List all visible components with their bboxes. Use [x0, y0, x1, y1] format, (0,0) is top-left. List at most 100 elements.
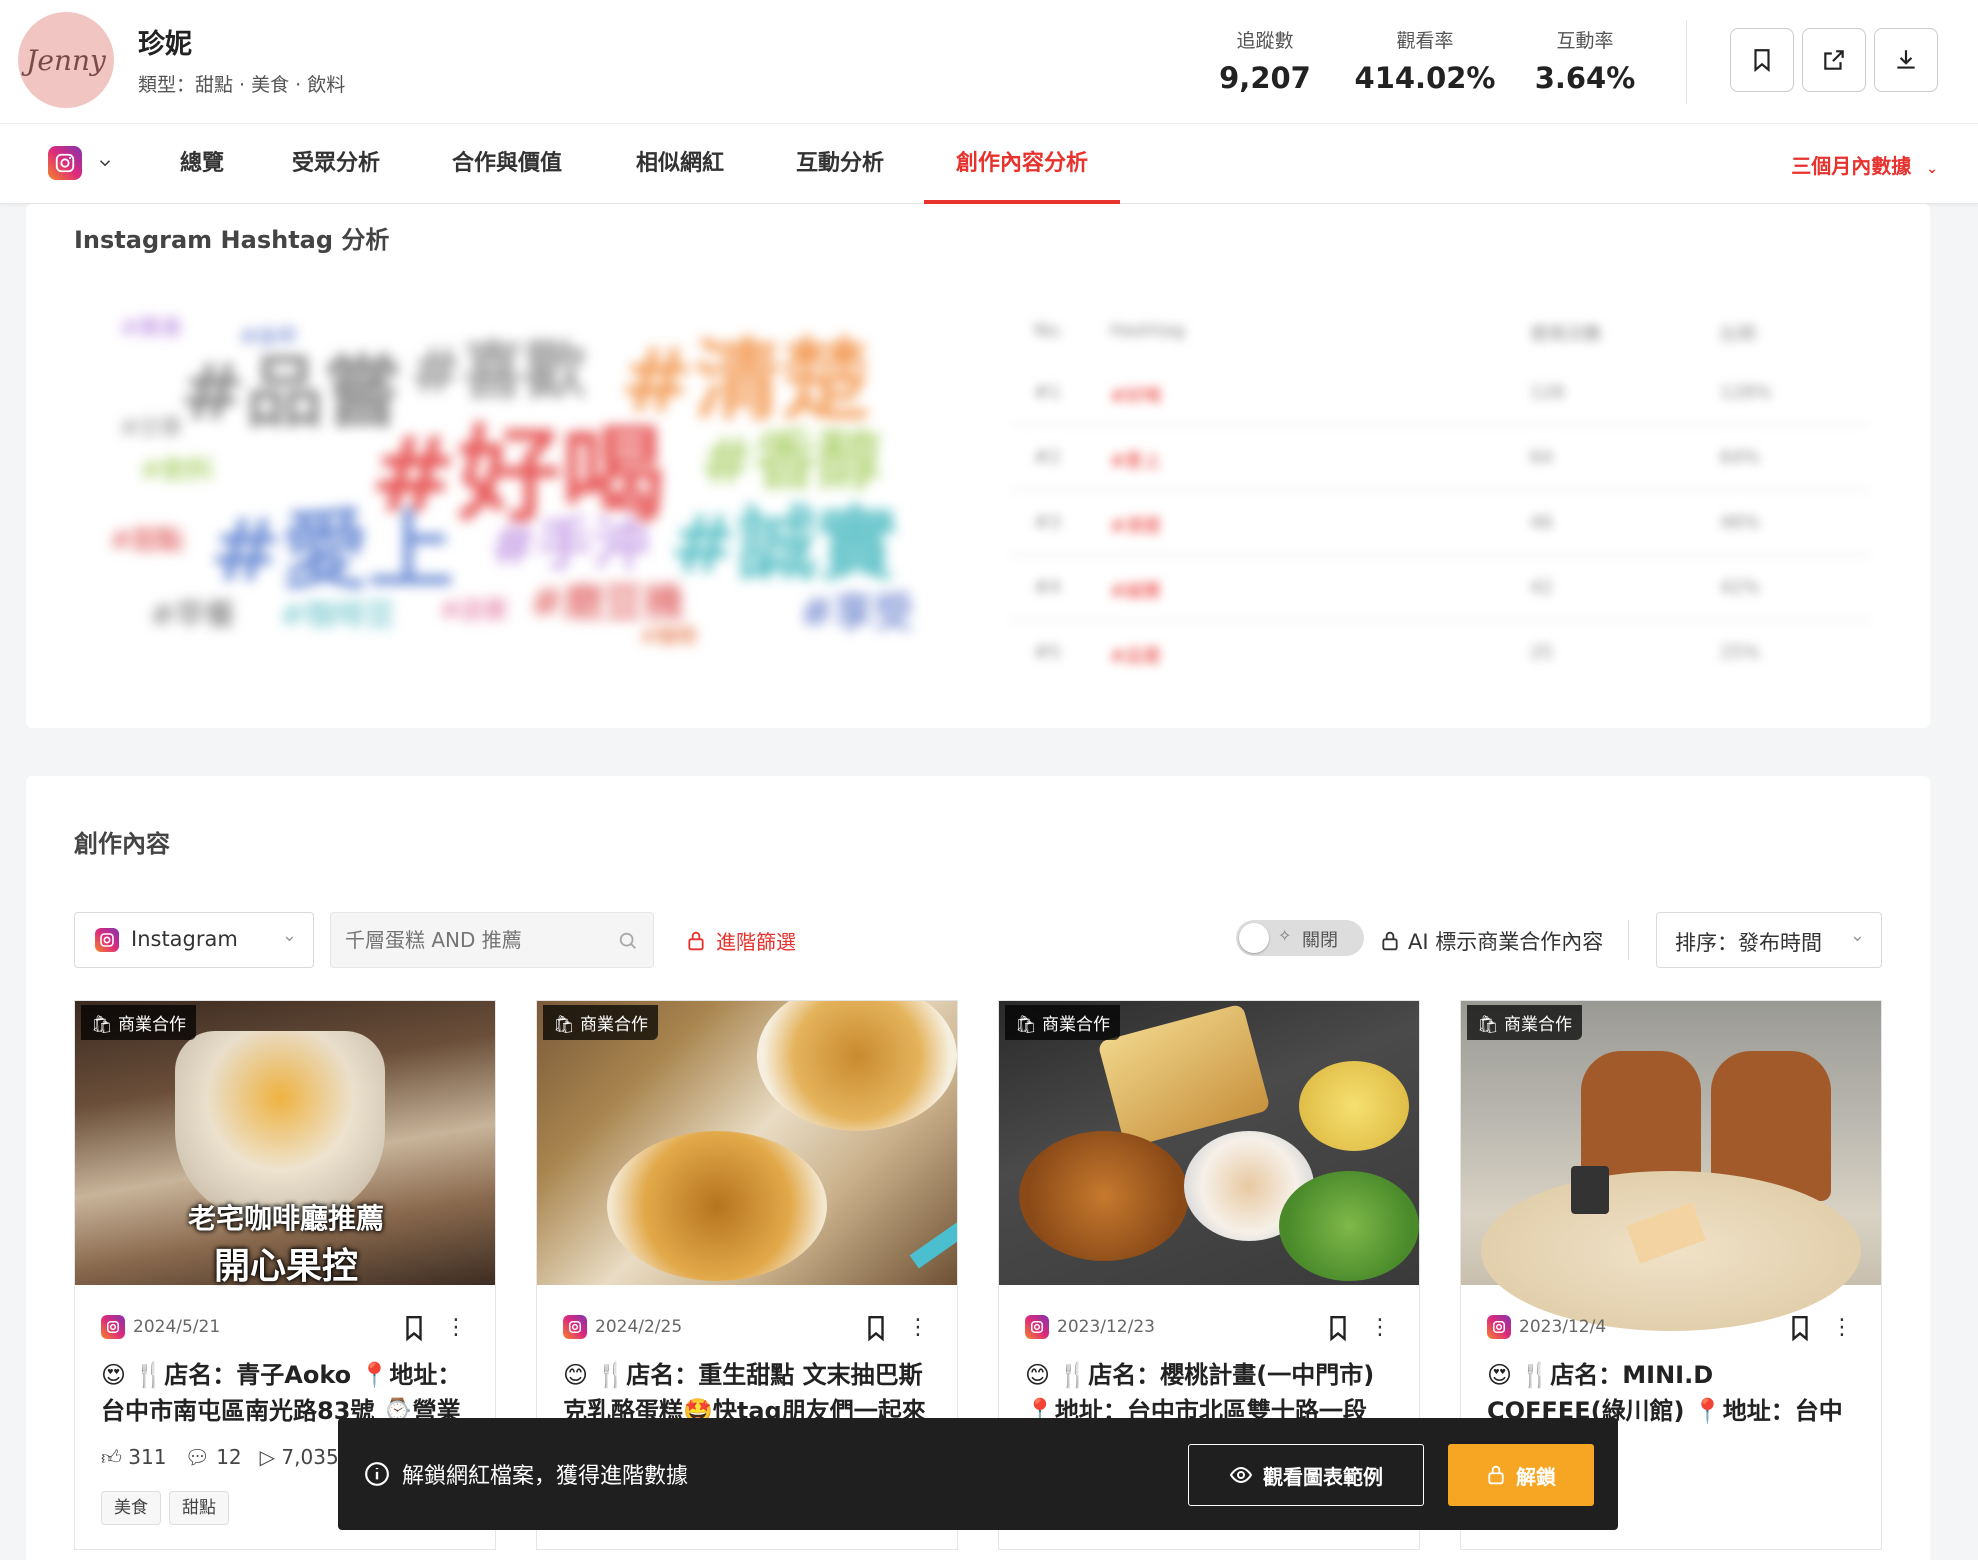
unlock-button[interactable]: 解鎖 — [1448, 1444, 1594, 1506]
business-badge: 🛍 商業合作 — [1467, 1005, 1582, 1040]
row-no: #1 — [1034, 382, 1061, 403]
post-thumbnail[interactable] — [537, 1001, 957, 1285]
share-button[interactable] — [1802, 28, 1866, 92]
unlock-banner: 解鎖網紅檔案，獲得進階數據 觀看圖表範例 解鎖 — [338, 1418, 1618, 1530]
views-metric: ▷ 7,035 — [260, 1445, 339, 1470]
influencer-type: 類型：甜點 · 美食 · 飲料 — [138, 74, 346, 96]
toast — [1097, 1003, 1271, 1149]
lock-icon — [1382, 931, 1398, 951]
sort-select[interactable]: 排序：發布時間 ⌄ — [1656, 912, 1882, 968]
lock-icon — [688, 931, 704, 950]
view-example-label: 觀看圖表範例 — [1263, 1464, 1383, 1489]
cloud-word: #愛上 — [210, 500, 455, 601]
advanced-filter-button[interactable]: 進階篩選 — [686, 926, 796, 955]
eye-icon — [1229, 1466, 1253, 1484]
search-box[interactable] — [330, 912, 654, 968]
tab-bar: 總覽 受眾分析 合作與價值 相似網紅 互動分析 創作內容分析 三個月內數據 ⌄ — [0, 124, 1978, 204]
cheesecake — [757, 1001, 957, 1131]
table-row: #1 #好喝 128 128% — [1010, 360, 1870, 425]
more-options-icon[interactable]: ⋮ — [1831, 1315, 1853, 1340]
tab-engagement[interactable]: 互動分析 — [796, 124, 884, 204]
post-meta: 2023/12/23 — [1025, 1315, 1155, 1339]
sort-label: 排序：發布時間 — [1675, 931, 1822, 955]
date-range-select[interactable]: 三個月內數據 ⌄ — [1791, 150, 1938, 179]
sparkle-icon: ✧ — [1278, 926, 1292, 945]
stat-followers: 追蹤數 9,207 — [1190, 26, 1340, 95]
tab-overview[interactable]: 總覽 — [180, 124, 224, 204]
post-thumbnail[interactable] — [999, 1001, 1419, 1285]
post-date: 2024/5/21 — [133, 1317, 221, 1337]
row-pct: 64% — [1720, 447, 1761, 468]
bookmark-icon[interactable] — [1787, 1313, 1813, 1343]
post-date: 2023/12/4 — [1519, 1317, 1607, 1337]
row-count: 128 — [1530, 382, 1565, 403]
tab-audience[interactable]: 受眾分析 — [292, 124, 380, 204]
business-badge: 🛍 商業合作 — [81, 1005, 196, 1040]
ai-toggle[interactable]: ✧ 關閉 — [1236, 920, 1364, 956]
row-no: #5 — [1034, 642, 1061, 663]
col-header: Hashtag — [1110, 320, 1185, 341]
post-thumbnail[interactable] — [1461, 1001, 1881, 1331]
chevron-down-icon: ⌄ — [1926, 161, 1938, 177]
cheesecake — [607, 1131, 827, 1281]
bag-icon: 🛍 — [1015, 1015, 1037, 1035]
avatar: Jenny — [18, 12, 114, 108]
hashtag-word-cloud: #品嘗 #喜歡 #清楚 #好喝 #香醇 #愛上 #手沖 #誠實 #磨豆機 #享受… — [100, 290, 960, 670]
download-icon — [1897, 50, 1915, 69]
bookmark-icon[interactable] — [1325, 1313, 1351, 1343]
eggs — [1299, 1061, 1409, 1151]
thumbnail-caption: 老宅咖啡廳推薦 — [187, 1202, 384, 1235]
platform-switcher[interactable] — [48, 146, 114, 180]
business-badge: 🛍 商業合作 — [1005, 1005, 1120, 1040]
post-thumbnail[interactable]: 老宅咖啡廳推薦 開心果控 — [75, 1001, 495, 1287]
post-date: 2024/2/25 — [595, 1317, 683, 1337]
unlock-label: 解鎖 — [1516, 1464, 1556, 1489]
download-button[interactable] — [1874, 28, 1938, 92]
tab-content-analysis[interactable]: 創作內容分析 — [924, 124, 1121, 204]
more-options-icon[interactable]: ⋮ — [1369, 1315, 1391, 1340]
row-no: #3 — [1034, 512, 1061, 533]
table-row: #5 #品嘗 25 25% — [1010, 620, 1870, 685]
bookmark-button[interactable] — [1730, 28, 1794, 92]
category-tag: 甜點 — [169, 1491, 229, 1525]
filter-divider — [1628, 920, 1629, 960]
row-count: 42 — [1530, 577, 1553, 598]
row-pct: 25% — [1720, 642, 1761, 663]
row-pct: 42% — [1720, 577, 1761, 598]
tab-collaboration[interactable]: 合作與價值 — [452, 124, 562, 204]
thumbs-up-icon: 👍︎ — [101, 1445, 122, 1469]
toggle-knob — [1239, 923, 1269, 953]
cloud-word: #甜點 — [110, 526, 184, 556]
post-meta: 2023/12/4 — [1487, 1315, 1606, 1339]
badge-label: 商業合作 — [1042, 1015, 1110, 1035]
cloud-word: #分享 — [120, 415, 183, 441]
view-example-button[interactable]: 觀看圖表範例 — [1188, 1444, 1424, 1506]
row-no: #4 — [1034, 577, 1061, 598]
cloud-word: #誠實 — [670, 497, 898, 591]
advanced-filter-label: 進階篩選 — [716, 930, 796, 954]
dessert-glass — [175, 1031, 385, 1221]
stat-value: 3.64% — [1534, 61, 1636, 95]
profile-header: Jenny 珍妮 類型：甜點 · 美食 · 飲料 追蹤數 9,207 觀看率 4… — [0, 0, 1978, 124]
search-input[interactable] — [345, 925, 605, 955]
search-icon — [619, 932, 636, 949]
post-metrics: 👍︎ 311 💬︎ 12 ▷ 7,035 — [101, 1445, 339, 1470]
more-options-icon[interactable]: ⋮ — [445, 1315, 467, 1340]
salad — [1279, 1171, 1419, 1281]
more-options-icon[interactable]: ⋮ — [907, 1315, 929, 1340]
tab-similar[interactable]: 相似網紅 — [636, 124, 724, 204]
cloud-word: #飲料 — [140, 456, 214, 486]
info-icon — [365, 1462, 389, 1486]
avatar-signature: Jenny — [26, 43, 106, 77]
bag-icon: 🛍 — [91, 1015, 113, 1035]
col-header: No. — [1034, 320, 1064, 341]
platform-filter-select[interactable]: Instagram ⌄ — [74, 912, 314, 968]
platform-filter-label: Instagram — [131, 927, 238, 951]
chevron-down-icon: ⌄ — [281, 925, 297, 946]
bookmark-icon[interactable] — [401, 1313, 427, 1343]
instagram-icon — [95, 928, 119, 952]
bookmark-icon[interactable] — [863, 1313, 889, 1343]
col-header: 使用次數 — [1530, 324, 1602, 345]
cloud-word: #美食 — [120, 315, 183, 341]
stat-value: 9,207 — [1219, 61, 1311, 95]
